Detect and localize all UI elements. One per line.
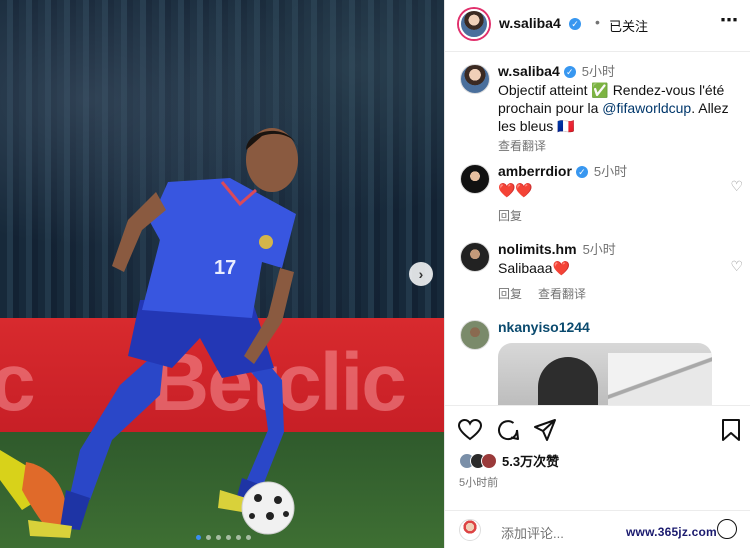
- liker-avatar: [481, 452, 497, 469]
- heart-icon[interactable]: [458, 418, 482, 442]
- carousel-dot: [246, 535, 251, 540]
- post-timestamp: 5小时前: [459, 477, 499, 489]
- chevron-right-icon: ›: [418, 266, 424, 282]
- caption-mention-link[interactable]: @fifaworldcup: [602, 100, 691, 116]
- commenter-avatar[interactable]: [460, 320, 490, 350]
- bookmark-icon[interactable]: [719, 418, 743, 442]
- watermark: www.365jz.com: [626, 525, 717, 539]
- comment-time: 5小时: [593, 164, 628, 179]
- image-content: [608, 353, 712, 405]
- verified-badge-icon: ✓: [563, 66, 576, 79]
- separator-dot: •: [595, 14, 600, 30]
- player-figure: 17: [0, 128, 298, 538]
- comment-username[interactable]: nkanyiso1244: [498, 319, 590, 335]
- verified-badge-icon: ✓: [569, 18, 581, 30]
- comment-text: Salibaaa❤️: [498, 260, 570, 276]
- comment-text: ❤️❤️: [498, 182, 533, 198]
- carousel-dot: [196, 535, 201, 540]
- post-photo[interactable]: c Betclic 17 ›: [0, 0, 444, 548]
- comment-body: nkanyiso1244: [498, 318, 721, 336]
- send-icon[interactable]: [533, 418, 557, 442]
- image-content: [538, 357, 598, 405]
- commenter-avatar[interactable]: [460, 164, 490, 194]
- author-username[interactable]: w.saliba4: [499, 15, 561, 31]
- reply-button[interactable]: 回复: [498, 287, 522, 301]
- comment-body: amberrdior ✓ 5小时 ❤️❤️ 回复: [498, 162, 721, 225]
- comment-body: nolimits.hm 5小时 Salibaaa❤️ 回复 查看翻译: [498, 240, 721, 303]
- comment-icon[interactable]: [496, 418, 520, 442]
- comment-translate-link[interactable]: 查看翻译: [538, 287, 586, 301]
- carousel-dot: [216, 535, 221, 540]
- carousel-dots: [196, 535, 251, 540]
- carousel-dot: [206, 535, 211, 540]
- comment-username[interactable]: nolimits.hm: [498, 241, 577, 257]
- post-header: w.saliba4 ✓ • 已关注 ⋯: [445, 0, 750, 52]
- likes-row[interactable]: 5.3万次赞: [459, 451, 559, 470]
- caption: w.saliba4 ✓ 5小时 Objectif atteint ✅ Rendez-…: [445, 62, 750, 153]
- commenter-avatar[interactable]: [460, 242, 490, 272]
- caption-body: w.saliba4 ✓ 5小时 Objectif atteint ✅ Rendez-…: [498, 62, 737, 155]
- following-button[interactable]: 已关注: [609, 16, 648, 35]
- author-avatar-small[interactable]: [460, 64, 490, 94]
- comment-username[interactable]: amberrdior: [498, 163, 572, 179]
- carousel-dot: [226, 535, 231, 540]
- verified-badge-icon: ✓: [575, 166, 588, 179]
- caption-time: 5小时: [581, 64, 615, 79]
- current-user-avatar: [459, 519, 481, 541]
- caption-translate-link[interactable]: 查看翻译: [498, 139, 546, 153]
- emoji-icon[interactable]: [717, 519, 737, 539]
- svg-text:17: 17: [214, 257, 236, 279]
- comment-input[interactable]: 添加评论...: [501, 523, 564, 542]
- comment-item: amberrdior ✓ 5小时 ❤️❤️ 回复 ♡: [445, 162, 750, 232]
- likes-count[interactable]: 5.3万次赞: [502, 451, 559, 470]
- carousel-dot: [236, 535, 241, 540]
- author-avatar[interactable]: [459, 9, 489, 39]
- reply-button[interactable]: 回复: [498, 209, 522, 223]
- comment-like-icon[interactable]: ♡: [730, 258, 743, 275]
- comment-item: nolimits.hm 5小时 Salibaaa❤️ 回复 查看翻译 ♡: [445, 240, 750, 310]
- more-options-icon[interactable]: ⋯: [720, 10, 739, 31]
- comment-like-icon[interactable]: ♡: [730, 178, 743, 195]
- comment-image-preview[interactable]: [498, 343, 712, 405]
- carousel-next-button[interactable]: ›: [409, 262, 433, 286]
- caption-username[interactable]: w.saliba4: [498, 63, 560, 79]
- comment-time: 5小时: [582, 242, 616, 257]
- post-side-panel: w.saliba4 ✓ • 已关注 ⋯ w.saliba4 ✓ 5小时 Object…: [444, 0, 750, 548]
